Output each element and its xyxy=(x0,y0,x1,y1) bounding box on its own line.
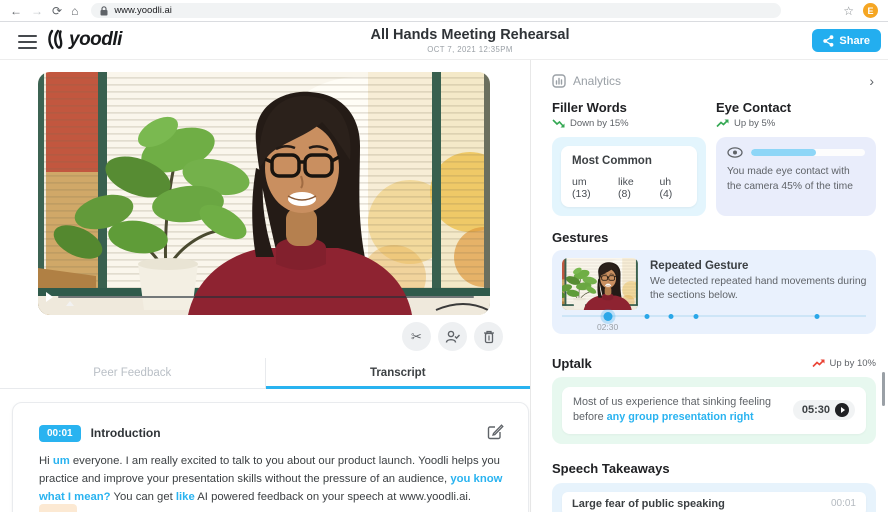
gesture-dot[interactable] xyxy=(693,313,699,319)
repeated-gesture-description: We detected repeated hand movements duri… xyxy=(650,276,867,302)
eye-contact-progress xyxy=(751,149,865,156)
address-bar[interactable]: www.yoodli.ai xyxy=(91,3,782,18)
analytics-header[interactable]: Analytics › xyxy=(552,74,876,88)
browser-home-icon[interactable]: ⌂ xyxy=(71,5,78,17)
eye-contact-title: Eye Contact xyxy=(716,100,792,115)
uptalk-quote: Most of us experience that sinking feeli… xyxy=(573,396,772,424)
analytics-icon xyxy=(552,74,566,88)
video-frame xyxy=(38,72,490,315)
transcript-section-title: Introduction xyxy=(90,426,161,440)
gestures-card: Repeated Gesture We detected repeated ha… xyxy=(552,250,876,334)
filler-word[interactable]: like xyxy=(176,491,195,503)
filler-words-trend: Down by 15% xyxy=(570,118,629,129)
edit-icon xyxy=(487,424,504,440)
gesture-dot[interactable] xyxy=(814,313,820,319)
eye-contact-stat: Eye Contact Up by 5% You made eye contac… xyxy=(716,100,876,216)
takeaway-text: Large fear of public speaking xyxy=(572,497,725,510)
gesture-thumbnail[interactable] xyxy=(562,258,638,310)
gestures-title: Gestures xyxy=(552,230,609,245)
play-circle-icon xyxy=(835,403,849,418)
trend-down-icon xyxy=(552,119,565,128)
trim-button[interactable]: ✂ xyxy=(402,322,431,351)
eye-contact-card: You made eye contact with the camera 45%… xyxy=(716,137,876,216)
browser-profile-avatar[interactable]: E xyxy=(863,3,878,18)
browser-forward-icon[interactable]: → xyxy=(31,5,43,17)
gesture-thumbnail-frame xyxy=(562,258,638,310)
uptalk-highlight: any group presentation right xyxy=(606,411,754,424)
yoodli-logo[interactable]: yoodli xyxy=(46,28,122,52)
uptalk-title: Uptalk xyxy=(552,356,592,371)
uptalk-play-button[interactable]: 05:30 xyxy=(792,400,855,421)
uptalk-timestamp: 05:30 xyxy=(801,404,830,417)
uptalk-trend: Up by 10% xyxy=(829,358,876,369)
video-position-marker[interactable] xyxy=(66,301,74,306)
lock-icon xyxy=(100,5,108,15)
video-actions: ✂ xyxy=(0,322,503,351)
logo-wordmark: yoodli xyxy=(69,29,122,50)
eye-contact-description: You made eye contact with the camera 45%… xyxy=(727,166,853,192)
feedback-tabs: Peer Feedback Transcript xyxy=(0,358,530,389)
play-icon[interactable] xyxy=(46,292,53,302)
video-progress-bar[interactable] xyxy=(58,296,474,298)
speech-takeaways-title: Speech Takeaways xyxy=(552,460,670,476)
takeaway-row[interactable]: Large fear of public speaking 00:01 xyxy=(562,491,866,512)
person-check-icon xyxy=(445,330,460,343)
analytics-label: Analytics xyxy=(573,74,622,88)
filler-item: um (13) xyxy=(572,176,591,200)
transcript-timestamp-badge[interactable]: 00:01 xyxy=(39,424,81,442)
uptalk-section: Uptalk Up by 10% Most of us experience t… xyxy=(552,356,876,444)
delete-button[interactable] xyxy=(474,322,503,351)
gesture-dot[interactable] xyxy=(668,313,674,319)
page-title: All Hands Meeting Rehearsal xyxy=(370,27,570,43)
browser-back-icon[interactable]: ← xyxy=(10,5,22,17)
transcript-card: 00:01 Introduction Hi um everyone. I am … xyxy=(12,402,529,512)
filler-word[interactable]: um xyxy=(53,455,70,467)
gesture-timeline[interactable]: 02:30 xyxy=(562,311,866,332)
speaker-identify-button[interactable] xyxy=(438,322,467,351)
speech-takeaways-card: Large fear of public speaking 00:01 Yood… xyxy=(552,482,876,512)
yoodli-logo-icon xyxy=(48,29,63,50)
transcript-text: Hi um everyone. I am really excited to t… xyxy=(39,455,503,503)
tab-transcript[interactable]: Transcript xyxy=(265,358,531,389)
browser-chrome: ← → ⟳ ⌂ www.yoodli.ai ☆ E xyxy=(0,0,888,22)
eye-icon xyxy=(727,147,743,158)
filler-item: like (8) xyxy=(618,176,634,200)
filler-words-stat: Filler Words Down by 15% Most Common um … xyxy=(552,100,706,216)
filler-words-card: Most Common um (13) like (8) uh (4) xyxy=(552,137,706,216)
share-button-label: Share xyxy=(839,34,870,47)
next-section-badge[interactable] xyxy=(39,504,77,512)
url-text: www.yoodli.ai xyxy=(114,5,172,16)
repeated-gesture-title: Repeated Gesture xyxy=(650,260,749,272)
analytics-panel: Analytics › Filler Words Down by 15% Mos… xyxy=(531,60,888,512)
panel-scrollbar[interactable] xyxy=(882,372,885,406)
recording-title-block: All Hands Meeting Rehearsal OCT 7, 2021 … xyxy=(370,27,569,54)
share-icon xyxy=(823,34,834,47)
menu-icon[interactable] xyxy=(18,35,37,49)
gestures-section: Gestures Repeated Gesture We detected re… xyxy=(552,230,876,334)
bookmark-star-icon[interactable]: ☆ xyxy=(843,4,854,18)
recording-date: OCT 7, 2021 12:35PM xyxy=(427,45,513,54)
gesture-dot[interactable] xyxy=(644,313,650,319)
filler-words-title: Filler Words xyxy=(552,100,627,115)
yoodli-app: ← → ⟳ ⌂ www.yoodli.ai ☆ E yoodli All Han… xyxy=(0,0,888,512)
uptalk-card: Most of us experience that sinking feeli… xyxy=(552,377,876,444)
gesture-marker-label: 02:30 xyxy=(596,322,619,332)
tab-peer-feedback[interactable]: Peer Feedback xyxy=(0,358,266,388)
chevron-right-icon[interactable]: › xyxy=(869,74,874,88)
speech-takeaways-section: Speech Takeaways Large fear of public sp… xyxy=(552,461,876,512)
eye-contact-trend: Up by 5% xyxy=(734,118,776,129)
trend-up-red-icon xyxy=(811,359,825,368)
video-player[interactable] xyxy=(38,72,490,315)
most-common-label: Most Common xyxy=(572,155,652,167)
share-button[interactable]: Share xyxy=(812,29,881,52)
scissors-icon: ✂ xyxy=(411,328,422,344)
trend-up-icon xyxy=(716,119,729,128)
takeaway-time: 00:01 xyxy=(830,498,856,510)
browser-reload-icon[interactable]: ⟳ xyxy=(52,5,62,17)
app-header: yoodli All Hands Meeting Rehearsal OCT 7… xyxy=(0,22,888,60)
trash-icon xyxy=(483,330,494,343)
gesture-dot-major[interactable] xyxy=(603,311,613,321)
filler-item: uh (4) xyxy=(659,176,673,200)
edit-transcript-button[interactable] xyxy=(487,423,504,443)
